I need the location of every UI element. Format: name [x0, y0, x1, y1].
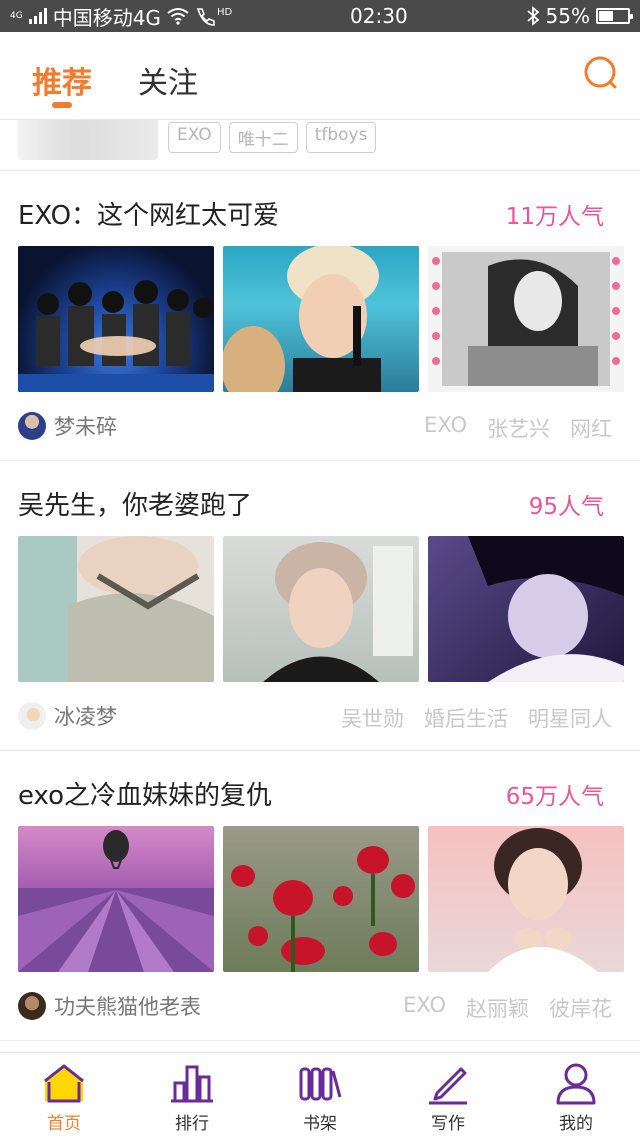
nav-label: 书架: [303, 1114, 337, 1134]
author-name[interactable]: 功夫熊猫他老表: [54, 991, 201, 1021]
story-image[interactable]: [223, 246, 419, 392]
nav-bookshelf[interactable]: 书架: [256, 1053, 384, 1138]
story-image[interactable]: [18, 246, 214, 392]
ranking-icon: [171, 1065, 213, 1103]
battery-percent: 55%: [545, 4, 590, 28]
signal-icon: [28, 8, 47, 24]
story-image[interactable]: [428, 536, 624, 682]
previous-card-tags: EXO 唯十二 tfboys: [168, 122, 377, 153]
tag[interactable]: 彼岸花: [549, 993, 612, 1023]
pen-icon: [429, 1067, 467, 1105]
nav-label: 写作: [431, 1114, 465, 1134]
author-info[interactable]: 梦未碎: [18, 411, 117, 441]
avatar[interactable]: [18, 412, 46, 440]
bookshelf-icon: [299, 1067, 342, 1101]
tag[interactable]: 网红: [570, 413, 612, 443]
author-name[interactable]: 冰凌梦: [54, 701, 117, 731]
story-image[interactable]: [428, 826, 624, 972]
story-title[interactable]: 吴先生，你老婆跑了: [18, 485, 252, 522]
battery-icon: [595, 8, 633, 24]
group-photo-illustration: [18, 280, 214, 392]
search-button[interactable]: [582, 52, 622, 92]
story-tags: EXO 赵丽颖 彼岸花: [403, 993, 612, 1023]
previous-card-thumbnail: [18, 120, 158, 160]
tag[interactable]: EXO: [168, 122, 221, 153]
search-icon: [584, 56, 617, 89]
lavender-field-illustration: [18, 830, 214, 972]
popularity-count: 11万人气: [505, 204, 604, 230]
nav-write[interactable]: 写作: [384, 1053, 512, 1138]
carrier-label: 中国移动4G: [52, 5, 161, 30]
tag[interactable]: 赵丽颖: [466, 993, 529, 1023]
tab-recommend[interactable]: 推荐: [32, 58, 92, 102]
tag[interactable]: 明星同人: [528, 703, 612, 733]
story-card[interactable]: EXO：这个网红太可爱 11万人气 梦未碎 EXO 张艺兴 网红: [0, 171, 640, 461]
nav-home[interactable]: 首页: [0, 1053, 128, 1138]
tag[interactable]: 吴世勋: [341, 703, 404, 733]
tulip-illustration: [231, 846, 415, 972]
clock: 02:30: [350, 4, 408, 28]
story-tags: EXO 张艺兴 网红: [424, 413, 612, 443]
portrait-illustration: [263, 542, 413, 682]
tag[interactable]: 张艺兴: [487, 413, 550, 443]
story-images: [18, 246, 624, 392]
battery-fill: [598, 11, 614, 21]
person-icon: [556, 1063, 596, 1105]
home-icon: [44, 1064, 84, 1103]
avatar[interactable]: [18, 702, 46, 730]
wifi-icon: [167, 8, 189, 25]
author-name[interactable]: 梦未碎: [54, 411, 117, 441]
tab-follow[interactable]: 关注: [138, 58, 198, 102]
story-title[interactable]: EXO：这个网红太可爱: [18, 195, 279, 232]
author-info[interactable]: 功夫熊猫他老表: [18, 991, 201, 1021]
bluetooth-icon: [526, 6, 539, 26]
drawing-illustration: [432, 252, 620, 386]
tag[interactable]: EXO: [424, 413, 467, 443]
author-info[interactable]: 冰凌梦: [18, 701, 117, 731]
previous-card-fragment[interactable]: EXO 唯十二 tfboys: [0, 120, 640, 171]
story-image[interactable]: [223, 536, 419, 682]
portrait-illustration: [68, 536, 214, 682]
popularity-count: 65万人气: [505, 784, 604, 810]
story-card[interactable]: exo之冷血妹妹的复仇 65万人气 功夫熊猫他老表 EXO 赵丽颖 彼岸花: [0, 751, 640, 1041]
story-image[interactable]: [223, 826, 419, 972]
hd-label: HD: [216, 6, 233, 18]
nav-label: 首页: [47, 1114, 81, 1134]
tag[interactable]: EXO: [403, 993, 446, 1023]
tag[interactable]: tfboys: [305, 122, 377, 153]
status-left: 4G 中国移动4G HD: [10, 2, 232, 31]
avatar[interactable]: [18, 992, 46, 1020]
nav-label: 排行: [175, 1114, 209, 1134]
story-image[interactable]: [428, 246, 624, 392]
status-right: 55%: [526, 4, 633, 28]
story-images: [18, 536, 624, 682]
portrait-illustration: [488, 828, 598, 972]
story-tags: 吴世勋 婚后生活 明星同人: [341, 703, 612, 733]
popularity-count: 95人气: [528, 494, 604, 520]
nav-ranking[interactable]: 排行: [128, 1053, 256, 1138]
tag[interactable]: 唯十二: [228, 122, 298, 153]
portrait-illustration: [223, 246, 381, 392]
top-bar: 推荐 关注: [0, 32, 640, 120]
story-title[interactable]: exo之冷血妹妹的复仇: [18, 775, 272, 812]
bottom-nav: 首页 排行 书架 写作 我的: [0, 1052, 640, 1138]
tab-indicator: [52, 102, 72, 108]
status-bar: 4G 中国移动4G HD 02:30 55%: [0, 0, 640, 32]
network-type-label: 4G: [10, 10, 23, 21]
tag[interactable]: 婚后生活: [424, 703, 508, 733]
story-image[interactable]: [18, 536, 214, 682]
nav-label: 我的: [559, 1114, 593, 1134]
story-image[interactable]: [18, 826, 214, 972]
story-card[interactable]: 吴先生，你老婆跑了 95人气 冰凌梦 吴世勋 婚后生活 明星同人: [0, 461, 640, 751]
story-images: [18, 826, 624, 972]
nav-profile[interactable]: 我的: [512, 1053, 640, 1138]
portrait-illustration: [468, 536, 624, 682]
